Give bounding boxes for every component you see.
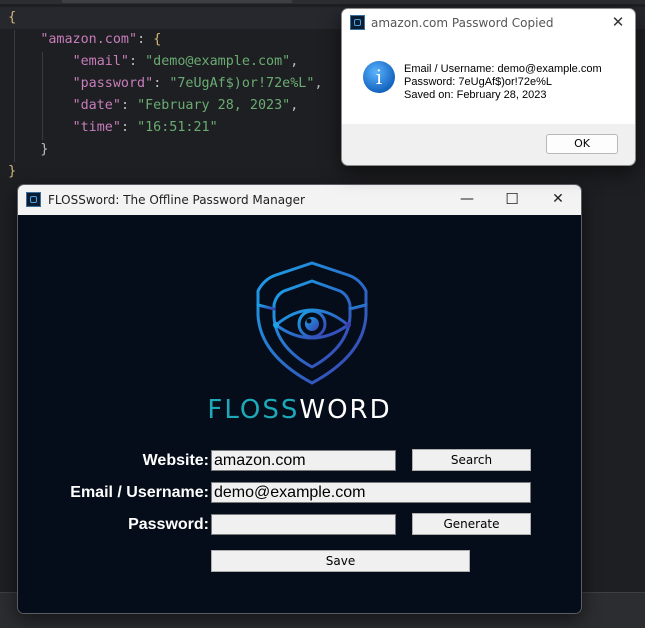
code-line: "time": "16:51:21"	[0, 117, 323, 139]
code-token: ,	[314, 76, 323, 91]
website-input[interactable]	[211, 450, 396, 471]
json-code-content[interactable]: { "amazon.com": { "email": "demo@example…	[0, 7, 323, 183]
code-token: :	[120, 98, 138, 113]
code-token: "password"	[72, 76, 154, 91]
code-line: "amazon.com": {	[0, 29, 323, 51]
search-button[interactable]: Search	[412, 449, 531, 471]
code-token: "February 28, 2023"	[137, 98, 291, 113]
code-line: {	[0, 7, 323, 29]
dialog-title: amazon.com Password Copied	[371, 16, 554, 30]
code-line: }	[0, 139, 323, 161]
code-token: }	[8, 164, 17, 179]
code-line: "email": "demo@example.com",	[0, 51, 323, 73]
code-token: :	[120, 120, 138, 135]
code-token: ,	[290, 98, 299, 113]
code-token: ,	[290, 54, 299, 69]
code-token: "email"	[72, 54, 129, 69]
code-token: "time"	[72, 120, 121, 135]
code-token: {	[8, 10, 17, 25]
website-label: Website:	[142, 452, 209, 469]
email-username-input[interactable]	[211, 482, 531, 503]
code-line: "password": "7eUgAf$)or!72e%L",	[0, 73, 323, 95]
code-token: "amazon.com"	[40, 32, 138, 47]
brand-part-floss: FLOSS	[207, 395, 300, 425]
maximize-icon[interactable]: ☐	[489, 185, 535, 215]
code-token: :	[129, 54, 146, 69]
code-token: }	[40, 142, 49, 157]
code-token: :	[137, 32, 154, 47]
dialog-message: Email / Username: demo@example.com Passw…	[404, 63, 602, 102]
code-token: {	[153, 32, 162, 47]
brand-wordmark: FLOSSWORD	[18, 395, 581, 425]
code-line: }	[0, 161, 323, 183]
app-logo-icon	[26, 192, 41, 207]
password-input[interactable]	[211, 514, 396, 535]
dialog-message-email: Email / Username: demo@example.com	[404, 63, 602, 75]
window-title: FLOSSword: The Offline Password Manager	[48, 193, 305, 207]
password-copied-dialog: amazon.com Password Copied ✕ i Email / U…	[341, 8, 636, 166]
dialog-close-icon[interactable]: ✕	[601, 9, 635, 37]
brand-part-word: WORD	[299, 395, 392, 425]
generate-button[interactable]: Generate	[412, 513, 531, 535]
password-label: Password:	[128, 516, 209, 533]
dialog-message-password: Password: 7eUgAf$)or!72e%L	[404, 76, 552, 88]
dialog-message-saved-on: Saved on: February 28, 2023	[404, 89, 547, 101]
app-content: FLOSSWORD Website: Search Email / Userna…	[18, 215, 581, 613]
shield-eye-logo-icon	[256, 261, 368, 385]
email-username-label: Email / Username:	[70, 484, 209, 501]
code-token: "7eUgAf$)or!72e%L"	[169, 76, 315, 91]
dialog-body: i Email / Username: demo@example.com Pas…	[342, 37, 635, 124]
code-token: "demo@example.com"	[145, 54, 291, 69]
code-line: "date": "February 28, 2023",	[0, 95, 323, 117]
code-token: "date"	[72, 98, 121, 113]
window-titlebar[interactable]: FLOSSword: The Offline Password Manager …	[18, 185, 581, 215]
close-icon[interactable]: ✕	[535, 185, 581, 215]
flossword-window: FLOSSword: The Offline Password Manager …	[17, 184, 582, 614]
minimize-icon[interactable]: —	[444, 185, 490, 215]
dialog-titlebar[interactable]: amazon.com Password Copied ✕	[342, 9, 635, 37]
code-token: :	[153, 76, 170, 91]
information-icon: i	[363, 61, 395, 93]
save-button[interactable]: Save	[211, 550, 470, 572]
code-token: "16:51:21"	[137, 120, 218, 135]
ok-button[interactable]: OK	[546, 134, 618, 154]
editor-active-tab-indicator	[62, 0, 292, 3]
app-logo-icon	[350, 15, 365, 30]
